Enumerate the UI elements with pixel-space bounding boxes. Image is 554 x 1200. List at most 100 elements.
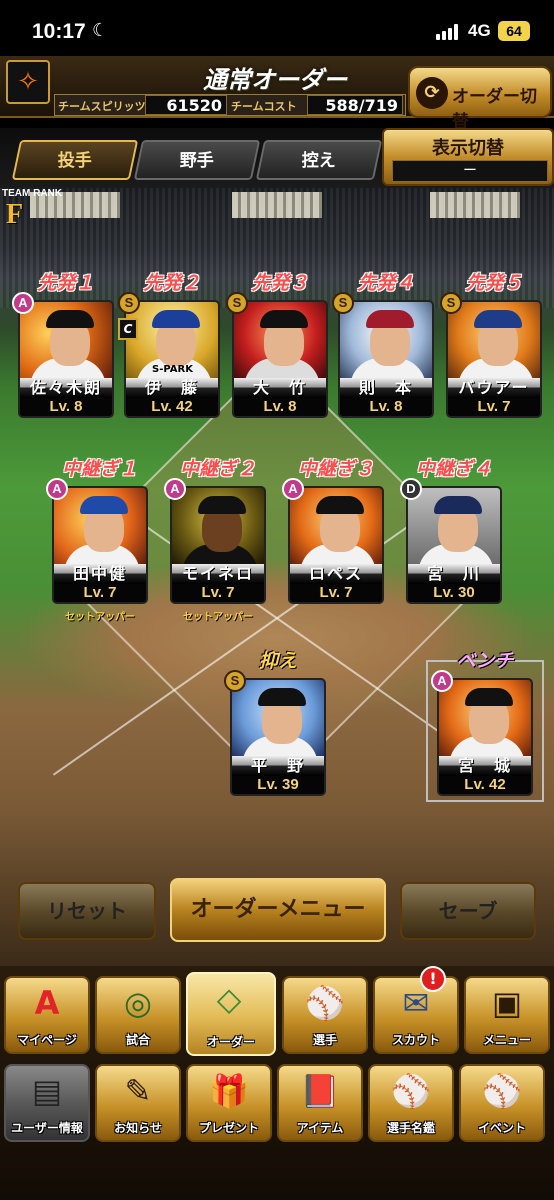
cap [80, 496, 128, 514]
nav-label: アイテム [296, 1121, 344, 1135]
nav-news[interactable]: ✎ お知らせ [95, 1064, 181, 1142]
order-menu-button[interactable]: オーダーメニュー [170, 878, 386, 942]
grade-badge: A [282, 478, 304, 500]
player-card[interactable]: 佐々木朗 Lv. 8 [18, 300, 114, 418]
nav-menu[interactable]: ▣ メニュー [464, 976, 550, 1054]
nav-label: ユーザー情報 [11, 1121, 83, 1135]
bench-slot[interactable]: ベンチ A 宮 城 Lv. 42 [431, 650, 533, 796]
captain-badge: C [118, 318, 138, 340]
player-card[interactable]: 宮 城 Lv. 42 [437, 678, 533, 796]
starter-slot-4[interactable]: 先発４ S 則 本 Lv. 8 [332, 272, 434, 418]
stadium-lights [232, 192, 322, 218]
player-card[interactable]: 大 竹 Lv. 8 [232, 300, 328, 418]
order-switch-label: オーダー切替 [452, 87, 537, 132]
player-photo [232, 680, 324, 766]
nav-order[interactable]: ◇ オーダー [186, 972, 276, 1056]
player-photo [172, 488, 264, 574]
nav-present[interactable]: 🎁 プレゼント [186, 1064, 272, 1142]
user-info-icon: ▤ [31, 1072, 63, 1110]
mypage-icon: A [34, 984, 60, 1022]
nav-user-info[interactable]: ▤ ユーザー情報 [4, 1064, 90, 1142]
network-type: 4G [468, 21, 491, 40]
player-name: ロペス [290, 564, 382, 584]
position-label: 中継ぎ４ [415, 458, 492, 480]
player-name: バウアー [448, 378, 540, 398]
position-label: 抑え [258, 650, 297, 672]
player-card[interactable]: 田中健 Lv. 7 [52, 486, 148, 604]
player-card[interactable]: モイネロ Lv. 7 [170, 486, 266, 604]
nav-players[interactable]: ⚾ 選手 [282, 976, 368, 1054]
nav-game[interactable]: ◎ 試合 [95, 976, 181, 1054]
grade-badge: S [224, 670, 246, 692]
reliever-slot-2[interactable]: 中継ぎ２ A モイネロ Lv. 7 セットアッパー [164, 458, 266, 623]
nav-label: オーダー [206, 1035, 255, 1049]
player-name: 則 本 [340, 378, 432, 398]
reliever-slot-3[interactable]: 中継ぎ３ A ロペス Lv. 7 [282, 458, 384, 604]
team-spirits-label: チームスピリッツ [58, 100, 146, 113]
stadium-lights [430, 192, 520, 218]
player-card[interactable]: バウアー Lv. 7 [446, 300, 542, 418]
player-card[interactable]: S-PARK 伊 藤 Lv. 42 [124, 300, 220, 418]
display-switch-value: ー [392, 160, 548, 182]
save-button[interactable]: セーブ [400, 882, 536, 940]
player-name: 伊 藤 [126, 378, 218, 398]
page-title: 通常オーダー [203, 66, 347, 94]
tab-pitchers[interactable]: 投手 [11, 140, 139, 180]
signal-icon [436, 24, 462, 40]
player-card[interactable]: ロペス Lv. 7 [288, 486, 384, 604]
tab-label: 投手 [57, 151, 92, 171]
player-name: モイネロ [172, 564, 264, 584]
starter-slot-5[interactable]: 先発５ S バウアー Lv. 7 [440, 272, 542, 418]
tab-reserves[interactable]: 控え [255, 140, 383, 180]
nav-scout[interactable]: ✉ スカウト [373, 976, 459, 1054]
tab-fielders[interactable]: 野手 [133, 140, 261, 180]
player-level: Lv. 7 [448, 398, 540, 416]
role-label: セットアッパー [65, 612, 135, 623]
nav-player-directory[interactable]: ⚾ 選手名鑑 [368, 1064, 454, 1142]
nav-mypage[interactable]: A マイページ [4, 976, 90, 1054]
book-icon: 📕 [300, 1072, 340, 1110]
player-name: 宮 川 [408, 564, 500, 584]
position-label: 先発４ [357, 272, 415, 294]
reliever-slot-1[interactable]: 中継ぎ１ A 田中健 Lv. 7 セットアッパー [46, 458, 148, 623]
starter-slot-1[interactable]: 先発１ A 佐々木朗 Lv. 8 [12, 272, 114, 418]
player-card[interactable]: 平 野 Lv. 39 [230, 678, 326, 796]
closer-slot[interactable]: 抑え S 平 野 Lv. 39 [224, 650, 326, 796]
nav-label: メニュー [482, 1033, 531, 1047]
player-level: Lv. 8 [340, 398, 432, 416]
starter-slot-3[interactable]: 先発３ S 大 竹 Lv. 8 [226, 272, 328, 418]
player-level: Lv. 7 [290, 584, 382, 602]
menu-icon: ▣ [491, 984, 523, 1022]
position-label: 先発３ [251, 272, 309, 294]
nav-items[interactable]: 📕 アイテム [277, 1064, 363, 1142]
player-card[interactable]: 宮 川 Lv. 30 [406, 486, 502, 604]
player-name: 宮 城 [439, 756, 531, 776]
starter-slot-2[interactable]: 先発２ S C S-PARK 伊 藤 Lv. 42 [118, 272, 220, 418]
nav-event[interactable]: ⚾ イベント [459, 1064, 545, 1142]
player-name: 佐々木朗 [20, 378, 112, 398]
player-level: Lv. 42 [126, 398, 218, 416]
reset-button[interactable]: リセット [18, 882, 156, 940]
player-level: Lv. 39 [232, 776, 324, 794]
player-card[interactable]: 則 本 Lv. 8 [338, 300, 434, 418]
player-level: Lv. 30 [408, 584, 500, 602]
nav-label: イベント [477, 1121, 526, 1135]
position-label: 先発２ [143, 272, 201, 294]
player-icon: ⚾ [305, 984, 345, 1022]
tab-label: 野手 [179, 151, 214, 171]
gift-icon: 🎁 [209, 1072, 249, 1110]
field-icon: ◇ [216, 980, 242, 1018]
order-switch-button[interactable]: ⟳ オーダー切替 [408, 66, 552, 132]
clock: 10:17 [32, 20, 86, 43]
display-switch-button[interactable]: 表示切替 ー [382, 128, 554, 186]
cap [465, 688, 513, 706]
nav-label: スカウト [391, 1033, 440, 1047]
baseball-icon: ⚾ [482, 1072, 522, 1110]
reliever-slot-4[interactable]: 中継ぎ４ D 宮 川 Lv. 30 [400, 458, 502, 604]
player-photo [234, 302, 326, 388]
grade-badge: A [12, 292, 34, 314]
team-logo-icon[interactable]: ✧ [6, 60, 50, 104]
nav-label: マイページ [17, 1033, 77, 1047]
cap [434, 496, 482, 514]
player-level: Lv. 7 [54, 584, 146, 602]
